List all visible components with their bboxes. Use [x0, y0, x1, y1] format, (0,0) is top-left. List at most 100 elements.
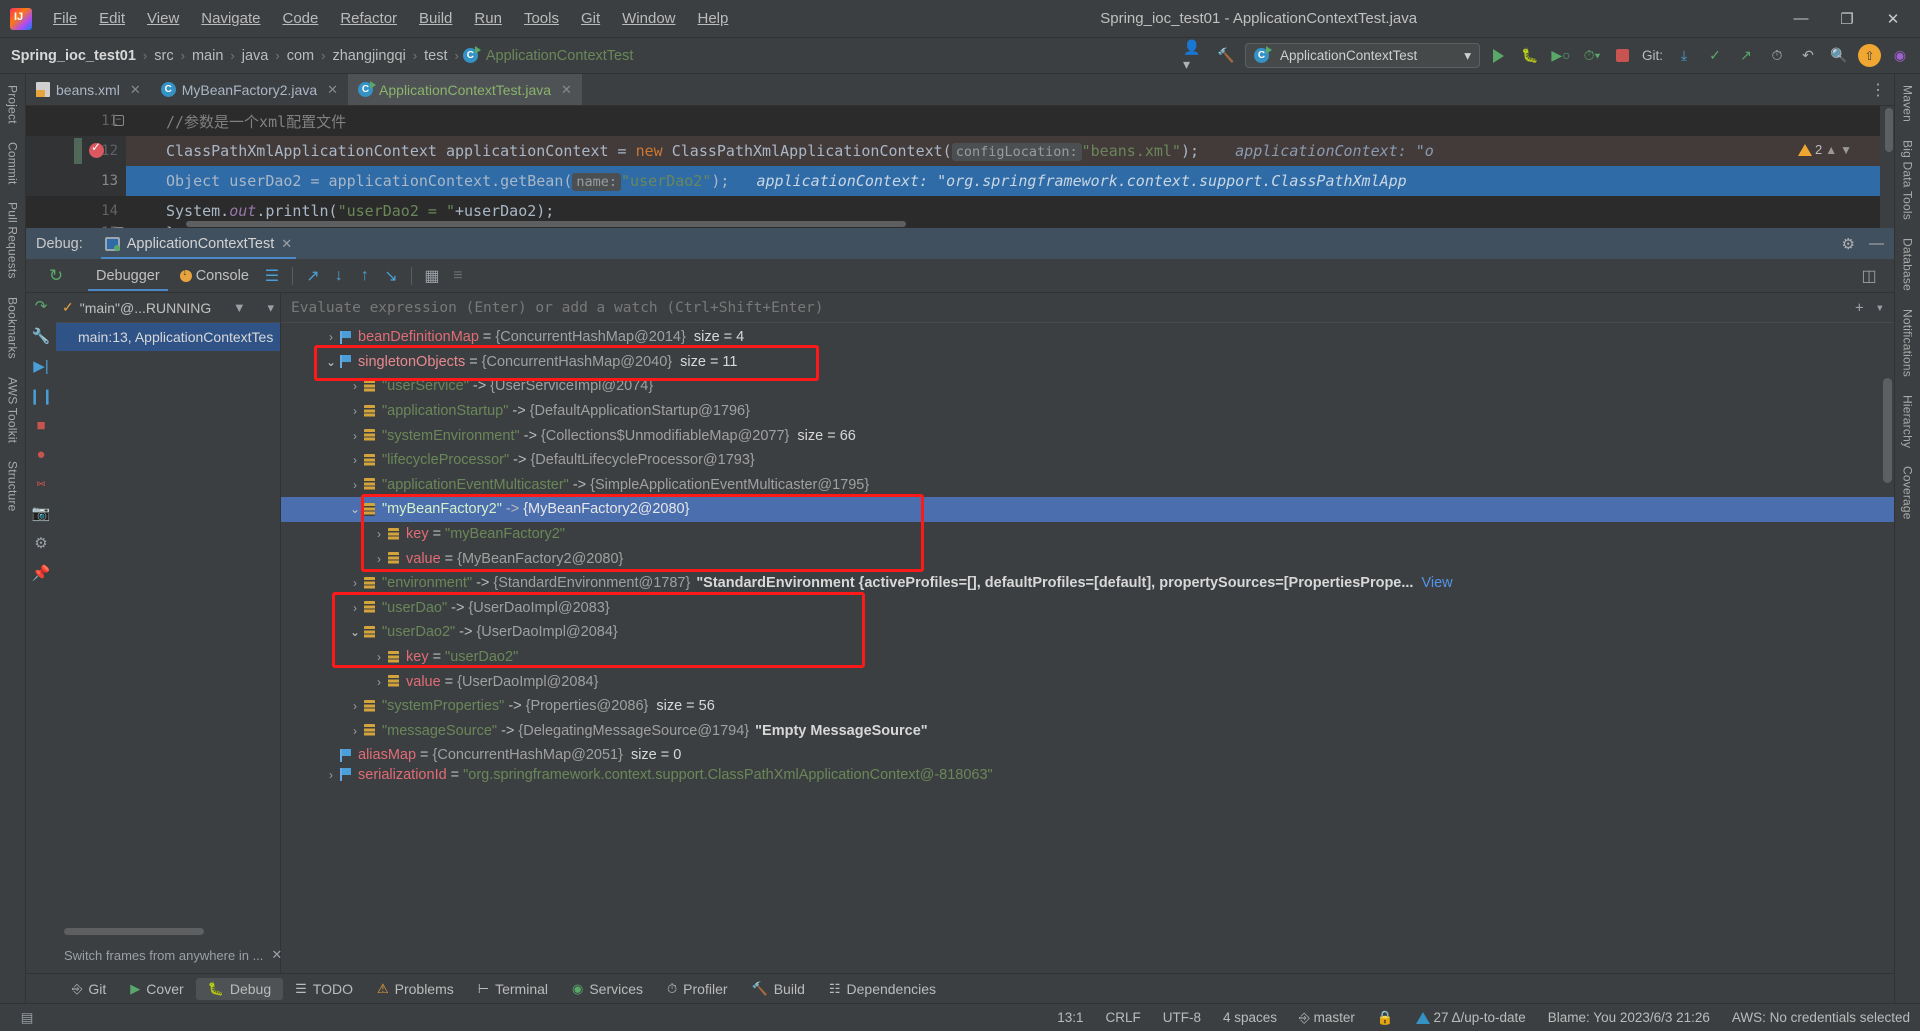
menu-navigate[interactable]: Navigate — [190, 6, 271, 31]
settings-icon[interactable]: ⚙ — [34, 534, 47, 552]
breadcrumb-src[interactable]: src — [151, 46, 176, 66]
view-link[interactable]: View — [1421, 575, 1452, 591]
menu-tools[interactable]: Tools — [513, 6, 570, 31]
collapse-arrow-icon[interactable]: ⌄ — [347, 502, 363, 516]
ide-extras-icon[interactable]: ◉ — [1888, 44, 1912, 68]
tree-row[interactable]: › "userDao" -> {UserDaoImpl@2083} — [281, 596, 1894, 621]
tool-terminal[interactable]: ⊢ Terminal — [466, 978, 560, 1000]
tree-row[interactable]: › "applicationStartup" -> {DefaultApplic… — [281, 399, 1894, 424]
tab-debugger[interactable]: Debugger — [86, 262, 170, 291]
tree-row-selected[interactable]: ⌄ "myBeanFactory2" -> {MyBeanFactory2@20… — [281, 497, 1894, 522]
expand-arrow-icon[interactable]: › — [371, 650, 387, 664]
update-status-widget[interactable]: 27 Δ/up-to-date — [1415, 1010, 1526, 1025]
tree-row[interactable]: › value = {UserDaoImpl@2084} — [281, 669, 1894, 694]
tab-mybeanfactory2-java[interactable]: C MyBeanFactory2.java ✕ — [151, 74, 348, 105]
debug-session-tab[interactable]: ApplicationContextTest ✕ — [100, 228, 297, 259]
show-tool-windows-icon[interactable]: ▤ — [10, 1010, 44, 1026]
sidebar-item-commit[interactable]: Commit — [2, 133, 24, 194]
chevron-down-icon[interactable]: ▼ — [1840, 143, 1852, 157]
gutter-13[interactable]: 13 — [26, 166, 126, 196]
mute-breakpoints-icon[interactable]: ● — [36, 446, 45, 463]
evaluate-expression-icon[interactable]: ▦ — [419, 263, 445, 289]
close-icon[interactable]: ✕ — [561, 82, 572, 98]
no-breakpoints-icon[interactable]: ⑅ — [36, 475, 45, 492]
resume-icon[interactable]: ▶| — [33, 357, 48, 375]
breadcrumb-class[interactable]: ApplicationContextTest — [483, 46, 637, 66]
tool-services[interactable]: ◉ Services — [560, 978, 655, 1000]
tree-row[interactable]: › "environment" -> {StandardEnvironment@… — [281, 571, 1894, 596]
sidebar-item-aws-toolkit[interactable]: AWS Toolkit — [2, 368, 24, 452]
tree-row[interactable]: ⌄ "userDao2" -> {UserDaoImpl@2084} — [281, 620, 1894, 645]
menu-window[interactable]: Window — [611, 6, 686, 31]
expand-arrow-icon[interactable]: › — [347, 576, 363, 590]
tool-debug[interactable]: 🐛 Debug — [195, 977, 284, 1000]
rerun-button[interactable]: ↻ — [26, 266, 86, 286]
add-watch-icon[interactable]: + — [1855, 300, 1863, 316]
collapse-arrow-icon[interactable]: ⌄ — [347, 625, 363, 639]
expand-arrow-icon[interactable]: › — [371, 552, 387, 566]
tree-row[interactable]: › "messageSource" -> {DelegatingMessageS… — [281, 719, 1894, 744]
update-project-icon[interactable]: ⤓ — [1672, 44, 1696, 68]
gutter-14[interactable]: 14 — [26, 196, 126, 226]
sidebar-item-database[interactable]: Database — [1897, 229, 1919, 300]
tree-row[interactable]: › serializationId = "org.springframework… — [281, 768, 1894, 782]
aws-credentials-widget[interactable]: AWS: No credentials selected — [1732, 1010, 1910, 1025]
restore-layout-icon[interactable]: ◫ — [1856, 263, 1882, 289]
sidebar-item-structure[interactable]: Structure — [2, 452, 24, 521]
show-execution-point-icon[interactable]: ☰ — [259, 263, 285, 289]
menu-refactor[interactable]: Refactor — [329, 6, 408, 31]
collapse-arrow-icon[interactable]: ⌄ — [323, 355, 339, 369]
sidebar-item-notifications[interactable]: Notifications — [1897, 300, 1919, 386]
step-over-icon[interactable]: ↗ — [300, 263, 326, 289]
tree-row[interactable]: › value = {MyBeanFactory2@2080} — [281, 546, 1894, 571]
tree-row[interactable]: aliasMap = {ConcurrentHashMap@2051} size… — [281, 743, 1894, 768]
sidebar-item-project[interactable]: Project — [2, 76, 24, 133]
expand-arrow-icon[interactable]: › — [347, 478, 363, 492]
history-icon[interactable]: ⏱ — [1765, 44, 1789, 68]
thread-selector[interactable]: ✓ "main"@...RUNNING ▼ ▾ — [56, 293, 280, 323]
sidebar-item-coverage[interactable]: Coverage — [1897, 457, 1919, 529]
breadcrumb-zhangjingqi[interactable]: zhangjingqi — [329, 46, 408, 66]
camera-icon[interactable]: 📷 — [32, 504, 51, 522]
tool-problems[interactable]: ⚠ Problems — [365, 978, 466, 1000]
user-icon[interactable]: 👤▾ — [1183, 39, 1207, 72]
breadcrumb-main[interactable]: main — [189, 46, 226, 66]
force-step-into-icon[interactable]: ↘ — [378, 263, 404, 289]
push-icon[interactable]: ↗ — [1734, 44, 1758, 68]
menu-code[interactable]: Code — [271, 6, 329, 31]
gutter-11[interactable]: 11 − — [26, 106, 126, 136]
expand-arrow-icon[interactable]: › — [347, 699, 363, 713]
menu-bar[interactable]: File Edit View Navigate Code Refactor Bu… — [42, 6, 739, 31]
stack-frame-item[interactable]: main:13, ApplicationContextTes — [56, 323, 280, 351]
rollback-icon[interactable]: ↶ — [1796, 44, 1820, 68]
variables-vertical-scrollbar[interactable] — [1883, 378, 1892, 483]
commit-icon[interactable]: ✓ — [1703, 44, 1727, 68]
tool-profiler[interactable]: ⏱ Profiler — [655, 978, 740, 1000]
run-configuration-selector[interactable]: C ApplicationContextTest ▾ — [1244, 43, 1480, 68]
tab-beans-xml[interactable]: beans.xml ✕ — [26, 74, 151, 105]
menu-file[interactable]: File — [42, 6, 88, 31]
blame-widget[interactable]: Blame: You 2023/6/3 21:26 — [1548, 1010, 1710, 1025]
step-out-icon[interactable]: ↑ — [352, 263, 378, 289]
breadcrumb-com[interactable]: com — [284, 46, 317, 66]
expand-arrow-icon[interactable]: › — [371, 675, 387, 689]
pin-icon[interactable]: 📌 — [32, 564, 51, 582]
pause-icon[interactable]: ❙❙ — [28, 387, 53, 405]
variables-tree[interactable]: › beanDefinitionMap = {ConcurrentHashMap… — [281, 323, 1894, 973]
close-button[interactable]: ✕ — [1870, 0, 1916, 38]
evaluate-expression-bar[interactable]: Evaluate expression (Enter) or add a wat… — [281, 293, 1894, 323]
menu-edit[interactable]: Edit — [88, 6, 136, 31]
expand-arrow-icon[interactable]: › — [347, 429, 363, 443]
caret-position[interactable]: 13:1 — [1057, 1010, 1083, 1025]
chevron-down-icon[interactable]: ▾ — [1876, 300, 1884, 316]
tree-row[interactable]: › key = "userDao2" — [281, 645, 1894, 670]
menu-help[interactable]: Help — [687, 6, 740, 31]
file-encoding[interactable]: UTF-8 — [1163, 1010, 1201, 1025]
sidebar-item-hierarchy[interactable]: Hierarchy — [1897, 386, 1919, 457]
account-avatar[interactable]: ⇧ — [1858, 44, 1881, 67]
close-icon[interactable]: ✕ — [281, 236, 292, 252]
step-into-icon[interactable]: ↓ — [326, 263, 352, 289]
run-with-coverage-icon[interactable]: ▶○ — [1549, 44, 1573, 68]
tree-row[interactable]: › "applicationEventMulticaster" -> {Simp… — [281, 473, 1894, 498]
maximize-button[interactable]: ❐ — [1824, 0, 1870, 38]
